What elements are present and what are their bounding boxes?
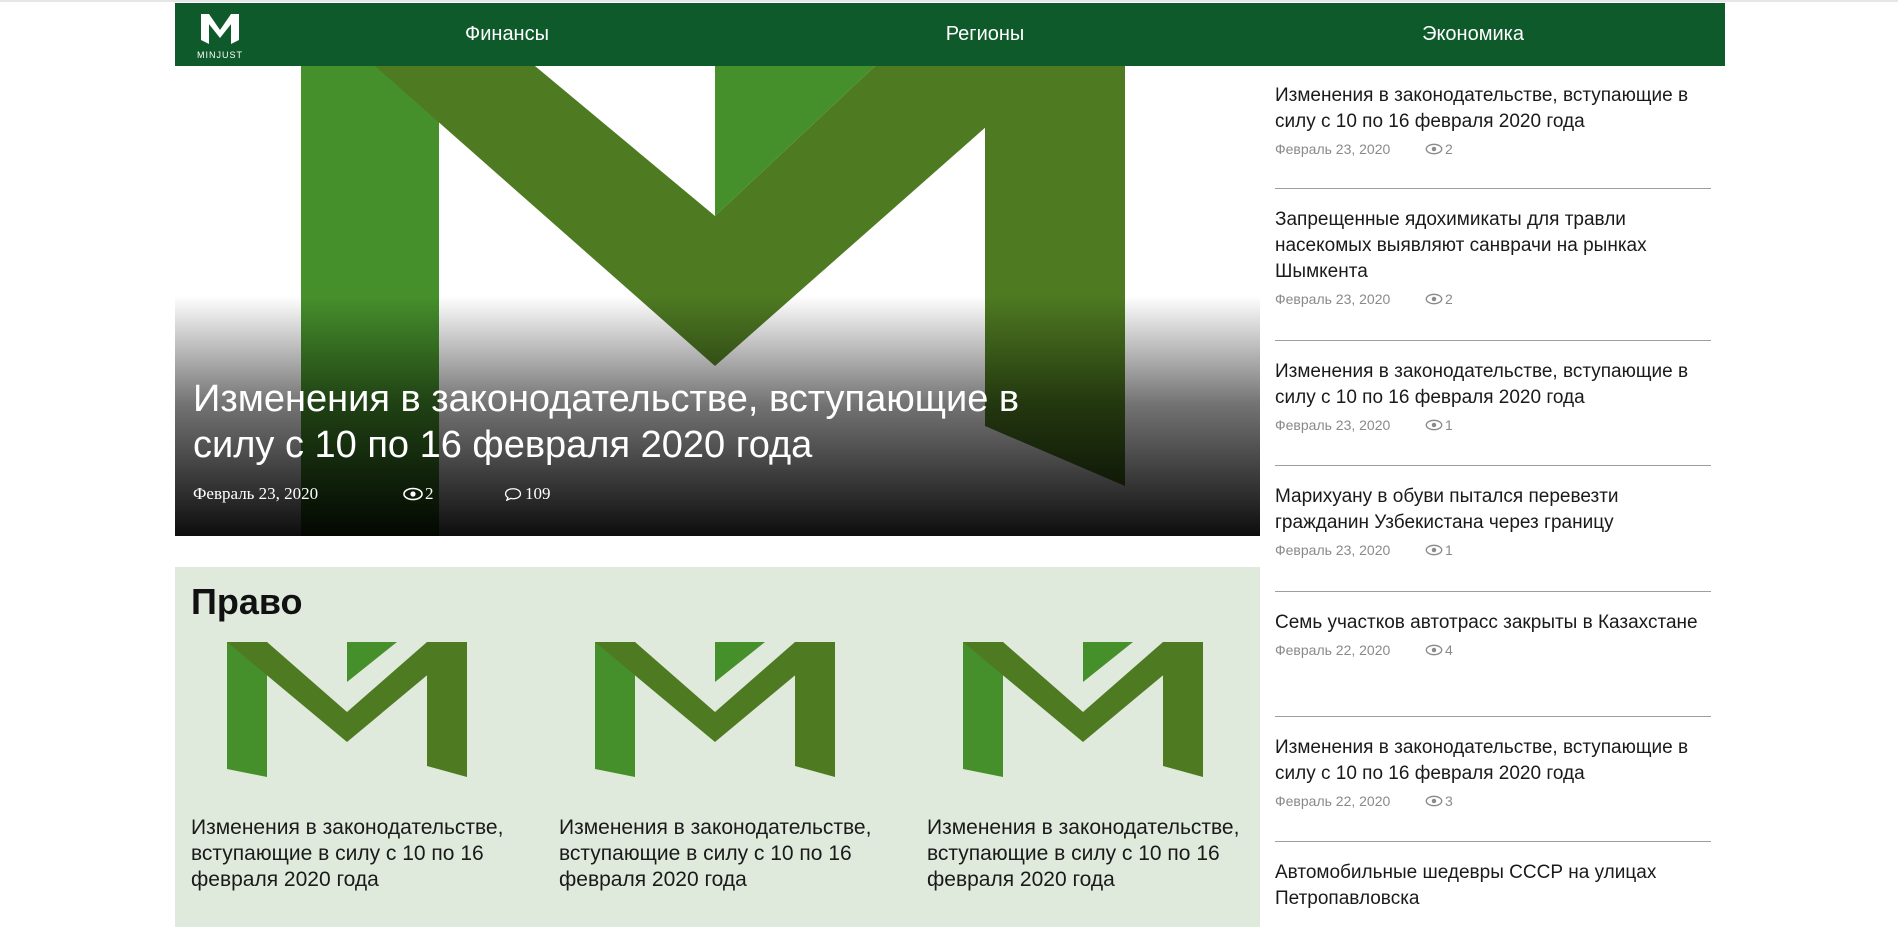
sidebar-news-views-count: 1 (1445, 542, 1453, 558)
sidebar-news-date: Февраль 23, 2020 (1275, 542, 1391, 558)
hero-title[interactable]: Изменения в законодательстве, вступающие… (193, 376, 1093, 468)
sidebar-news-title[interactable]: Автомобильные шедевры СССР на улицах Пет… (1275, 860, 1711, 912)
hero-comments: 109 (503, 484, 551, 504)
sidebar-news-date: Февраль 23, 2020 (1275, 291, 1391, 307)
sidebar-news-item[interactable]: Автомобильные шедевры СССР на улицах Пет… (1275, 842, 1711, 912)
category-section-pravo: Право Изменения в законодательстве, всту… (175, 567, 1260, 927)
sidebar-news-date: Февраль 23, 2020 (1275, 417, 1391, 433)
card-logo-image (963, 642, 1203, 777)
card-title[interactable]: Изменения в законодательстве, вступающие… (927, 815, 1247, 893)
nav-item-regions[interactable]: Регионы (946, 3, 1025, 66)
sidebar-news-title[interactable]: Семь участков автотрасс закрыты в Казахс… (1275, 610, 1711, 636)
sidebar-news-views-count: 4 (1445, 642, 1453, 658)
top-border (0, 0, 1898, 2)
eye-icon (1425, 544, 1443, 556)
sidebar-news-views-count: 1 (1445, 417, 1453, 433)
sidebar-news-views: 2 (1425, 141, 1453, 157)
nav-item-economy[interactable]: Экономика (1422, 3, 1524, 66)
sidebar-news-item[interactable]: Изменения в законодательстве, вступающие… (1275, 66, 1711, 189)
section-title[interactable]: Право (191, 581, 303, 623)
sidebar-news-meta: Февраль 22, 2020 4 (1275, 642, 1711, 658)
sidebar-news-meta: Февраль 23, 2020 2 (1275, 141, 1711, 157)
sidebar-news-title[interactable]: Марихуану в обуви пытался перевезти граж… (1275, 484, 1711, 536)
eye-icon (1425, 419, 1443, 431)
card-logo-image (595, 642, 835, 777)
section-card[interactable]: Изменения в законодательстве, вступающие… (191, 642, 511, 893)
sidebar-news-date: Февраль 22, 2020 (1275, 793, 1391, 809)
sidebar-news-title[interactable]: Изменения в законодательстве, вступающие… (1275, 735, 1711, 787)
eye-icon (1425, 644, 1443, 656)
hero-views-count: 2 (425, 484, 434, 503)
sidebar-news-item[interactable]: Изменения в законодательстве, вступающие… (1275, 341, 1711, 466)
sidebar-news-views-count: 2 (1445, 141, 1453, 157)
section-card[interactable]: Изменения в законодательстве, вступающие… (927, 642, 1247, 893)
sidebar-news-views-count: 2 (1445, 291, 1453, 307)
sidebar-news-item[interactable]: Запрещенные ядохимикаты для травли насек… (1275, 189, 1711, 341)
card-title[interactable]: Изменения в законодательстве, вступающие… (559, 815, 879, 893)
sidebar-news-title[interactable]: Запрещенные ядохимикаты для травли насек… (1275, 207, 1711, 285)
sidebar-news-views: 2 (1425, 291, 1453, 307)
card-logo-image (227, 642, 467, 777)
card-title[interactable]: Изменения в законодательстве, вступающие… (191, 815, 511, 893)
top-navbar: MINJUST Финансы Регионы Экономика (175, 3, 1725, 66)
section-card[interactable]: Изменения в законодательстве, вступающие… (559, 642, 879, 893)
minjust-logo-icon (201, 13, 239, 44)
latest-news-sidebar: Изменения в законодательстве, вступающие… (1275, 66, 1711, 912)
sidebar-news-meta: Февраль 23, 2020 2 (1275, 291, 1711, 307)
sidebar-news-views: 4 (1425, 642, 1453, 658)
eye-icon (1425, 795, 1443, 807)
sidebar-news-views: 1 (1425, 542, 1453, 558)
sidebar-news-views-count: 3 (1445, 793, 1453, 809)
sidebar-news-views: 1 (1425, 417, 1453, 433)
sidebar-news-views: 3 (1425, 793, 1453, 809)
site-logo[interactable]: MINJUST (175, 3, 265, 66)
sidebar-news-title[interactable]: Изменения в законодательстве, вступающие… (1275, 359, 1711, 411)
sidebar-news-item[interactable]: Марихуану в обуви пытался перевезти граж… (1275, 466, 1711, 592)
hero-views: 2 (403, 484, 503, 504)
hero-meta: Февраль 23, 2020 2 109 (193, 484, 551, 504)
sidebar-news-item[interactable]: Семь участков автотрасс закрыты в Казахс… (1275, 592, 1711, 717)
eye-icon (403, 487, 423, 501)
sidebar-news-meta: Февраль 22, 2020 3 (1275, 793, 1711, 809)
eye-icon (1425, 143, 1443, 155)
eye-icon (1425, 293, 1443, 305)
nav-item-finance[interactable]: Финансы (465, 3, 549, 66)
sidebar-news-date: Февраль 23, 2020 (1275, 141, 1391, 157)
sidebar-news-meta: Февраль 23, 2020 1 (1275, 417, 1711, 433)
hero-date: Февраль 23, 2020 (193, 484, 319, 503)
comment-icon (504, 488, 522, 501)
sidebar-news-title[interactable]: Изменения в законодательстве, вступающие… (1275, 83, 1711, 135)
sidebar-news-item[interactable]: Изменения в законодательстве, вступающие… (1275, 717, 1711, 842)
sidebar-news-date: Февраль 22, 2020 (1275, 642, 1391, 658)
hero-comments-count: 109 (525, 484, 551, 503)
sidebar-news-meta: Февраль 23, 2020 1 (1275, 542, 1711, 558)
logo-text: MINJUST (197, 49, 243, 60)
hero-article[interactable]: Изменения в законодательстве, вступающие… (175, 66, 1260, 536)
